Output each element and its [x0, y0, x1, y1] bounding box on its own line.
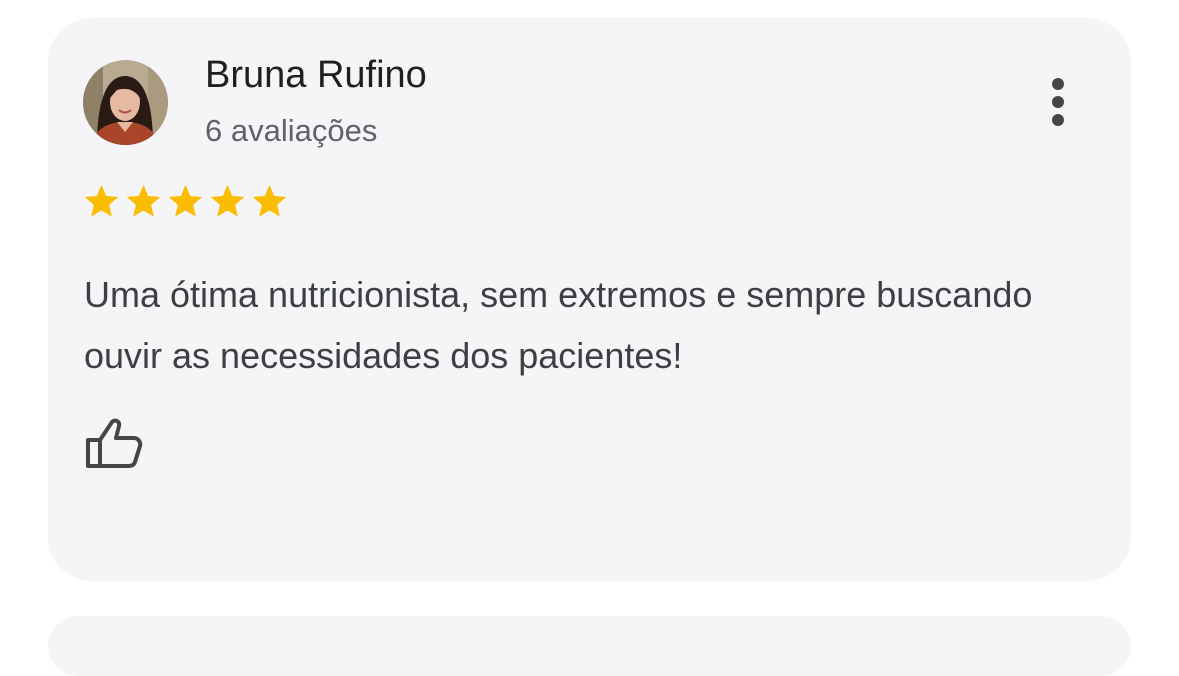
star-icon	[210, 184, 245, 217]
like-button[interactable]	[82, 416, 144, 474]
more-options-button[interactable]	[1038, 72, 1078, 132]
avatar-photo	[83, 60, 168, 145]
review-text: Uma ótima nutricionista, sem extremos e …	[84, 274, 1033, 376]
star-icon	[126, 184, 161, 217]
star-icon	[168, 184, 203, 217]
next-review-card	[48, 616, 1131, 676]
review-card: Bruna Rufino 6 avaliações Uma ótima nutr…	[48, 18, 1131, 581]
star-rating	[82, 182, 289, 221]
star-icon	[84, 184, 119, 217]
thumbs-up-icon	[86, 418, 143, 468]
more-vert-icon	[1052, 78, 1064, 126]
review-count: 6 avaliações	[205, 113, 378, 148]
reviewer-name[interactable]: Bruna Rufino	[205, 54, 427, 97]
avatar[interactable]	[83, 60, 168, 145]
star-icon	[252, 184, 287, 217]
